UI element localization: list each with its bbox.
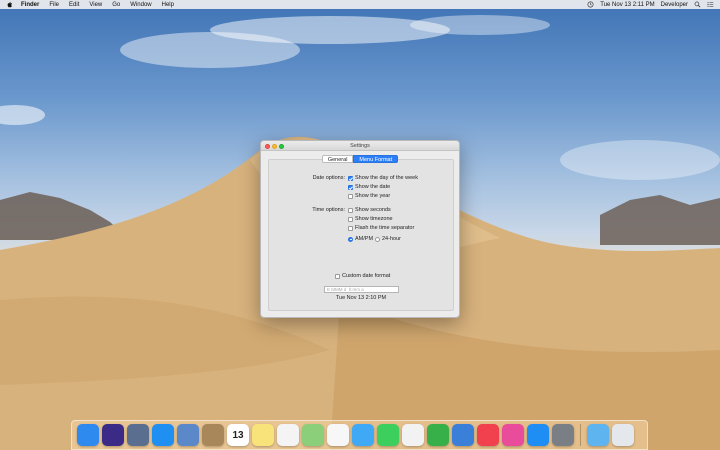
news-icon[interactable] bbox=[477, 424, 499, 446]
custom-date-format-checkbox[interactable]: Custom date format bbox=[335, 273, 390, 279]
finder-icon[interactable] bbox=[77, 424, 99, 446]
checkbox-box[interactable] bbox=[348, 175, 353, 181]
checkbox-label: Show the day of the week bbox=[355, 175, 418, 181]
tab-bar: General Menu Format bbox=[261, 155, 459, 163]
dock-separator bbox=[580, 424, 581, 446]
show-year-checkbox[interactable]: Show the year bbox=[348, 193, 390, 199]
close-button[interactable] bbox=[265, 143, 270, 149]
24-hour-radio[interactable]: 24-hour bbox=[375, 236, 401, 242]
show-day-of-week-checkbox[interactable]: Show the day of the week bbox=[348, 175, 418, 181]
custom-format-input[interactable] bbox=[324, 286, 399, 293]
menu-app-name[interactable]: Finder bbox=[16, 2, 44, 8]
checkbox-box[interactable] bbox=[348, 193, 353, 199]
menu-bar: Finder File Edit View Go Window Help Tue… bbox=[0, 0, 720, 9]
format-preview: Tue Nov 13 2:10 PM bbox=[335, 295, 387, 301]
time-machine-icon[interactable] bbox=[587, 1, 594, 8]
show-date-checkbox[interactable]: Show the date bbox=[348, 184, 390, 190]
checkbox-box[interactable] bbox=[348, 207, 353, 213]
menubar-clock[interactable]: Tue Nov 13 2:11 PM bbox=[600, 2, 654, 8]
show-timezone-checkbox[interactable]: Show timezone bbox=[348, 216, 393, 222]
time-options-label: Time options: bbox=[312, 207, 345, 213]
notification-center-icon[interactable] bbox=[707, 1, 714, 8]
menu-window[interactable]: Window bbox=[125, 2, 156, 8]
checkbox-box[interactable] bbox=[348, 184, 353, 190]
minimize-button[interactable] bbox=[272, 143, 277, 149]
itunes-icon[interactable] bbox=[502, 424, 524, 446]
ampm-radio[interactable]: AM/PM bbox=[348, 236, 373, 242]
numbers-icon[interactable] bbox=[427, 424, 449, 446]
safari-icon[interactable] bbox=[152, 424, 174, 446]
flash-time-separator-checkbox[interactable]: Flash the time separator bbox=[348, 225, 414, 231]
window-title: Settings bbox=[350, 143, 370, 149]
dock: 13 bbox=[71, 420, 648, 450]
spotlight-icon[interactable] bbox=[694, 1, 701, 8]
tab-menu-format[interactable]: Menu Format bbox=[353, 155, 399, 163]
apple-menu-icon[interactable] bbox=[6, 1, 13, 8]
radio-dot[interactable] bbox=[348, 236, 353, 242]
menubar-user[interactable]: Developer bbox=[661, 2, 688, 8]
checkbox-label: Show the date bbox=[355, 184, 391, 190]
messages-icon[interactable] bbox=[352, 424, 374, 446]
trash-icon[interactable] bbox=[612, 424, 634, 446]
checkbox-box[interactable] bbox=[335, 273, 340, 279]
system-preferences-icon[interactable] bbox=[552, 424, 574, 446]
menu-edit[interactable]: Edit bbox=[64, 2, 84, 8]
notes-icon[interactable] bbox=[252, 424, 274, 446]
radio-label: AM/PM bbox=[355, 236, 374, 242]
photos-icon[interactable] bbox=[327, 424, 349, 446]
calendar-icon[interactable]: 13 bbox=[227, 424, 249, 446]
checkbox-label: Show the year bbox=[355, 193, 391, 199]
contacts-icon[interactable] bbox=[202, 424, 224, 446]
downloads-folder-icon[interactable] bbox=[587, 424, 609, 446]
mail-icon[interactable] bbox=[177, 424, 199, 446]
menu-format-panel: Date options: Show the day of the week S… bbox=[268, 159, 454, 311]
facetime-icon[interactable] bbox=[377, 424, 399, 446]
checkbox-label: Show seconds bbox=[355, 207, 391, 213]
pages-icon[interactable] bbox=[402, 424, 424, 446]
radio-label: 24-hour bbox=[382, 236, 401, 242]
siri-icon[interactable] bbox=[102, 424, 124, 446]
launchpad-icon[interactable] bbox=[127, 424, 149, 446]
menu-file[interactable]: File bbox=[44, 2, 64, 8]
radio-dot[interactable] bbox=[375, 236, 380, 242]
reminders-icon[interactable] bbox=[277, 424, 299, 446]
menu-go[interactable]: Go bbox=[107, 2, 125, 8]
checkbox-label: Show timezone bbox=[355, 216, 393, 222]
keynote-icon[interactable] bbox=[452, 424, 474, 446]
checkbox-box[interactable] bbox=[348, 216, 353, 222]
settings-window: Settings Date options: Show the day of t… bbox=[260, 140, 460, 318]
date-options-label: Date options: bbox=[312, 175, 345, 181]
checkbox-label: Custom date format bbox=[342, 273, 391, 279]
menu-view[interactable]: View bbox=[84, 2, 107, 8]
menu-help[interactable]: Help bbox=[157, 2, 179, 8]
checkbox-label: Flash the time separator bbox=[355, 225, 415, 231]
maps-icon[interactable] bbox=[302, 424, 324, 446]
zoom-button[interactable] bbox=[279, 143, 284, 149]
show-seconds-checkbox[interactable]: Show seconds bbox=[348, 207, 391, 213]
checkbox-box[interactable] bbox=[348, 225, 353, 231]
app-store-icon[interactable] bbox=[527, 424, 549, 446]
tab-general[interactable]: General bbox=[321, 155, 354, 163]
window-titlebar[interactable]: Settings bbox=[261, 141, 459, 151]
